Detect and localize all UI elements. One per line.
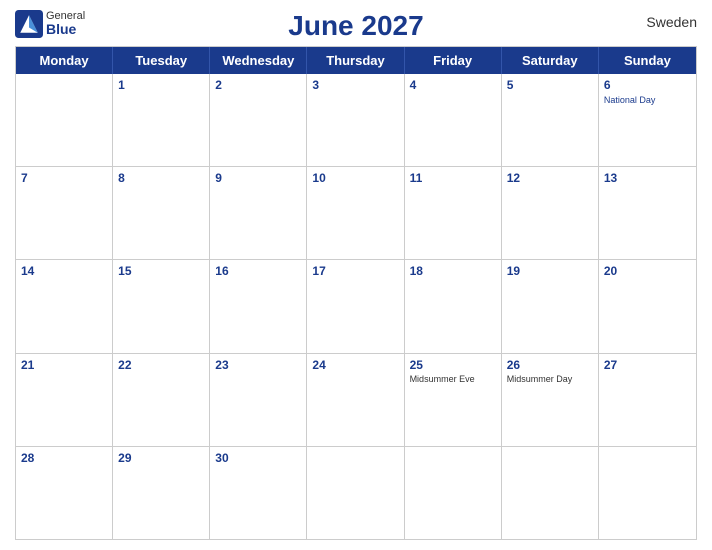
day-cell: 11: [405, 167, 502, 259]
page-header: General Blue June 2027 Sweden: [15, 10, 697, 42]
header-wednesday: Wednesday: [210, 47, 307, 74]
day-headers-row: Monday Tuesday Wednesday Thursday Friday…: [16, 47, 696, 74]
week-row-5: 28 29 30: [16, 446, 696, 539]
day-cell: 14: [16, 260, 113, 352]
day-cell: 1: [113, 74, 210, 166]
day-cell: 8: [113, 167, 210, 259]
header-monday: Monday: [16, 47, 113, 74]
logo-blue: Blue: [46, 22, 85, 37]
day-cell: 4: [405, 74, 502, 166]
week-row-4: 21 22 23 24 25 Midsummer Eve 26 Midsumme…: [16, 353, 696, 446]
calendar-grid: Monday Tuesday Wednesday Thursday Friday…: [15, 46, 697, 540]
day-cell: 12: [502, 167, 599, 259]
day-cell: 16: [210, 260, 307, 352]
calendar-page: General Blue June 2027 Sweden Monday Tue…: [0, 0, 712, 550]
day-cell: 24: [307, 354, 404, 446]
day-cell: [307, 447, 404, 539]
day-cell: 28: [16, 447, 113, 539]
logo-icon: [15, 10, 43, 38]
day-cell: 22: [113, 354, 210, 446]
day-cell: 10: [307, 167, 404, 259]
day-cell: 23: [210, 354, 307, 446]
header-saturday: Saturday: [502, 47, 599, 74]
day-cell: 19: [502, 260, 599, 352]
day-cell: 18: [405, 260, 502, 352]
header-tuesday: Tuesday: [113, 47, 210, 74]
day-cell: 17: [307, 260, 404, 352]
day-cell: 5: [502, 74, 599, 166]
header-friday: Friday: [405, 47, 502, 74]
day-cell: 30: [210, 447, 307, 539]
day-cell: 2: [210, 74, 307, 166]
week-row-1: 1 2 3 4 5 6 National Day: [16, 74, 696, 166]
day-cell: [502, 447, 599, 539]
day-cell: [16, 74, 113, 166]
day-cell: 3: [307, 74, 404, 166]
day-cell: 15: [113, 260, 210, 352]
day-cell: 21: [16, 354, 113, 446]
week-row-2: 7 8 9 10 11 12 13: [16, 166, 696, 259]
header-thursday: Thursday: [307, 47, 404, 74]
header-sunday: Sunday: [599, 47, 696, 74]
day-cell: 9: [210, 167, 307, 259]
week-row-3: 14 15 16 17 18 19 20: [16, 259, 696, 352]
page-title: June 2027: [288, 10, 423, 42]
logo-text: General Blue: [46, 10, 85, 37]
day-cell: [405, 447, 502, 539]
day-cell-sunday: 6 National Day: [599, 74, 696, 166]
day-cell-midsummer-day: 26 Midsummer Day: [502, 354, 599, 446]
day-cell: [599, 447, 696, 539]
day-cell-sunday: 20: [599, 260, 696, 352]
country-label: Sweden: [646, 14, 697, 30]
day-cell-sunday: 13: [599, 167, 696, 259]
calendar-weeks: 1 2 3 4 5 6 National Day 7 8 9 10 11 12 …: [16, 74, 696, 539]
day-cell-midsummer-eve: 25 Midsummer Eve: [405, 354, 502, 446]
day-cell: 7: [16, 167, 113, 259]
day-cell: 29: [113, 447, 210, 539]
logo: General Blue: [15, 10, 85, 38]
day-cell-sunday: 27: [599, 354, 696, 446]
